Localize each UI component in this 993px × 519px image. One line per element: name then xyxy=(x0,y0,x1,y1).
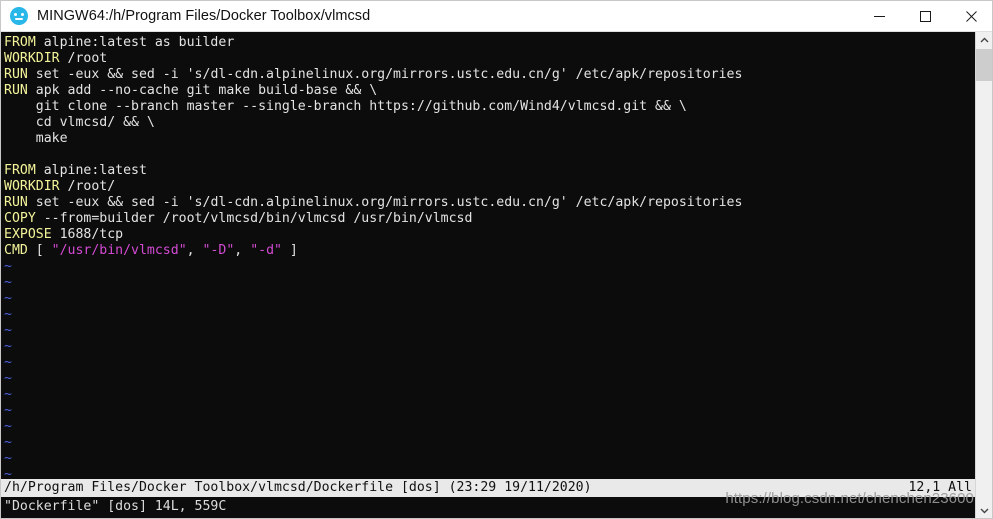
tilde-icon: ~ xyxy=(4,435,12,450)
terminal-window: MINGW64:/h/Program Files/Docker Toolbox/… xyxy=(0,0,993,519)
empty-line-marker: ~ xyxy=(4,355,977,371)
tilde-icon: ~ xyxy=(4,307,12,322)
tilde-icon: ~ xyxy=(4,355,12,370)
dockerfile-text: [ xyxy=(27,243,52,258)
maximize-icon xyxy=(919,10,931,22)
csdn-watermark: https://blog.csdn.net/chenchen23600 xyxy=(725,490,974,507)
dockerfile-keyword: COPY xyxy=(4,211,36,226)
empty-line-marker: ~ xyxy=(4,371,977,387)
dockerfile-text: , xyxy=(234,243,251,258)
scrollbar-track[interactable] xyxy=(976,81,992,502)
empty-line-marker: ~ xyxy=(4,435,977,451)
dockerfile-text: alpine:latest xyxy=(35,163,147,178)
empty-line-marker: ~ xyxy=(4,323,977,339)
buffer-line: WORKDIR /root/ xyxy=(4,179,977,195)
mintty-icon xyxy=(10,7,28,25)
empty-line-marker: ~ xyxy=(4,307,977,323)
tilde-icon: ~ xyxy=(4,403,12,418)
dockerfile-text: make xyxy=(4,131,68,146)
buffer-line: RUN set -eux && sed -i 's/dl-cdn.alpinel… xyxy=(4,67,977,83)
buffer-line: cd vlmcsd/ && \ xyxy=(4,115,977,131)
empty-line-marker: ~ xyxy=(4,339,977,355)
dockerfile-keyword: RUN xyxy=(4,83,28,98)
dockerfile-text: /root/ xyxy=(59,179,116,194)
buffer-line: RUN set -eux && sed -i 's/dl-cdn.alpinel… xyxy=(4,195,977,211)
empty-line-marker: ~ xyxy=(4,419,977,435)
buffer-line: RUN apk add --no-cache git make build-ba… xyxy=(4,83,977,99)
vertical-scrollbar[interactable] xyxy=(975,32,992,518)
tilde-icon: ~ xyxy=(4,339,12,354)
buffer-line xyxy=(4,147,977,163)
buffer-line: CMD [ "/usr/bin/vlmcsd", "-D", "-d" ] xyxy=(4,243,977,259)
tilde-icon: ~ xyxy=(4,275,12,290)
dockerfile-keyword: EXPOSE xyxy=(4,227,52,242)
dockerfile-text: , xyxy=(186,243,203,258)
empty-line-marker: ~ xyxy=(4,451,977,467)
dockerfile-text: /root xyxy=(59,51,108,66)
close-icon xyxy=(965,10,977,22)
buffer-line: make xyxy=(4,131,977,147)
tilde-icon: ~ xyxy=(4,259,12,274)
buffer-line: FROM alpine:latest xyxy=(4,163,977,179)
buffer-line: EXPOSE 1688/tcp xyxy=(4,227,977,243)
dockerfile-keyword: WORKDIR xyxy=(4,179,60,194)
empty-line-marker: ~ xyxy=(4,387,977,403)
dockerfile-keyword: RUN xyxy=(4,67,28,82)
buffer-line: git clone --branch master --single-branc… xyxy=(4,99,977,115)
dockerfile-text: alpine:latest as builder xyxy=(35,35,235,50)
dockerfile-keyword: WORKDIR xyxy=(4,51,60,66)
dockerfile-keyword: CMD xyxy=(4,243,28,258)
tilde-icon: ~ xyxy=(4,323,12,338)
scroll-up-button[interactable] xyxy=(976,32,992,49)
chevron-up-icon xyxy=(980,37,988,43)
tilde-icon: ~ xyxy=(4,419,12,434)
empty-line-marker: ~ xyxy=(4,467,977,479)
dockerfile-text: ] xyxy=(281,243,298,258)
buffer-line: FROM alpine:latest as builder xyxy=(4,35,977,51)
dockerfile-text: --from=builder /root/vlmcsd/bin/vlmcsd /… xyxy=(35,211,473,226)
empty-line-marker: ~ xyxy=(4,403,977,419)
status-file-info: /h/Program Files/Docker Toolbox/vlmcsd/D… xyxy=(4,480,592,495)
close-button[interactable] xyxy=(948,1,992,31)
dockerfile-string: "-D" xyxy=(202,243,235,258)
empty-line-marker: ~ xyxy=(4,275,977,291)
chevron-down-icon xyxy=(980,508,988,514)
title-bar[interactable]: MINGW64:/h/Program Files/Docker Toolbox/… xyxy=(1,1,992,32)
vim-buffer[interactable]: FROM alpine:latest as builder WORKDIR /ro… xyxy=(1,32,977,479)
dockerfile-text: apk add --no-cache git make build-base &… xyxy=(27,83,378,98)
tilde-icon: ~ xyxy=(4,387,12,402)
scroll-down-button[interactable] xyxy=(976,502,992,518)
window-title: MINGW64:/h/Program Files/Docker Toolbox/… xyxy=(37,8,371,24)
dockerfile-text: cd vlmcsd/ && \ xyxy=(4,115,155,130)
tilde-icon: ~ xyxy=(4,467,12,479)
empty-line-marker: ~ xyxy=(4,259,977,275)
tilde-icon: ~ xyxy=(4,451,12,466)
dockerfile-text: set -eux && sed -i 's/dl-cdn.alpinelinux… xyxy=(27,67,743,82)
dockerfile-keyword: FROM xyxy=(4,163,36,178)
dockerfile-string: "-d" xyxy=(250,243,282,258)
dockerfile-keyword: FROM xyxy=(4,35,36,50)
tilde-icon: ~ xyxy=(4,371,12,386)
buffer-line: COPY --from=builder /root/vlmcsd/bin/vlm… xyxy=(4,211,977,227)
scrollbar-thumb[interactable] xyxy=(976,49,992,81)
dockerfile-text: git clone --branch master --single-branc… xyxy=(4,99,687,114)
dockerfile-string: "/usr/bin/vlmcsd" xyxy=(51,243,187,258)
tilde-icon: ~ xyxy=(4,291,12,306)
dockerfile-text: 1688/tcp xyxy=(51,227,124,242)
empty-line-marker: ~ xyxy=(4,291,977,307)
buffer-line: WORKDIR /root xyxy=(4,51,977,67)
maximize-button[interactable] xyxy=(902,1,948,31)
dockerfile-keyword: RUN xyxy=(4,195,28,210)
dockerfile-text: set -eux && sed -i 's/dl-cdn.alpinelinux… xyxy=(27,195,743,210)
minimize-icon xyxy=(873,15,885,17)
minimize-button[interactable] xyxy=(856,1,902,31)
terminal-body[interactable]: FROM alpine:latest as builder WORKDIR /ro… xyxy=(1,32,977,518)
